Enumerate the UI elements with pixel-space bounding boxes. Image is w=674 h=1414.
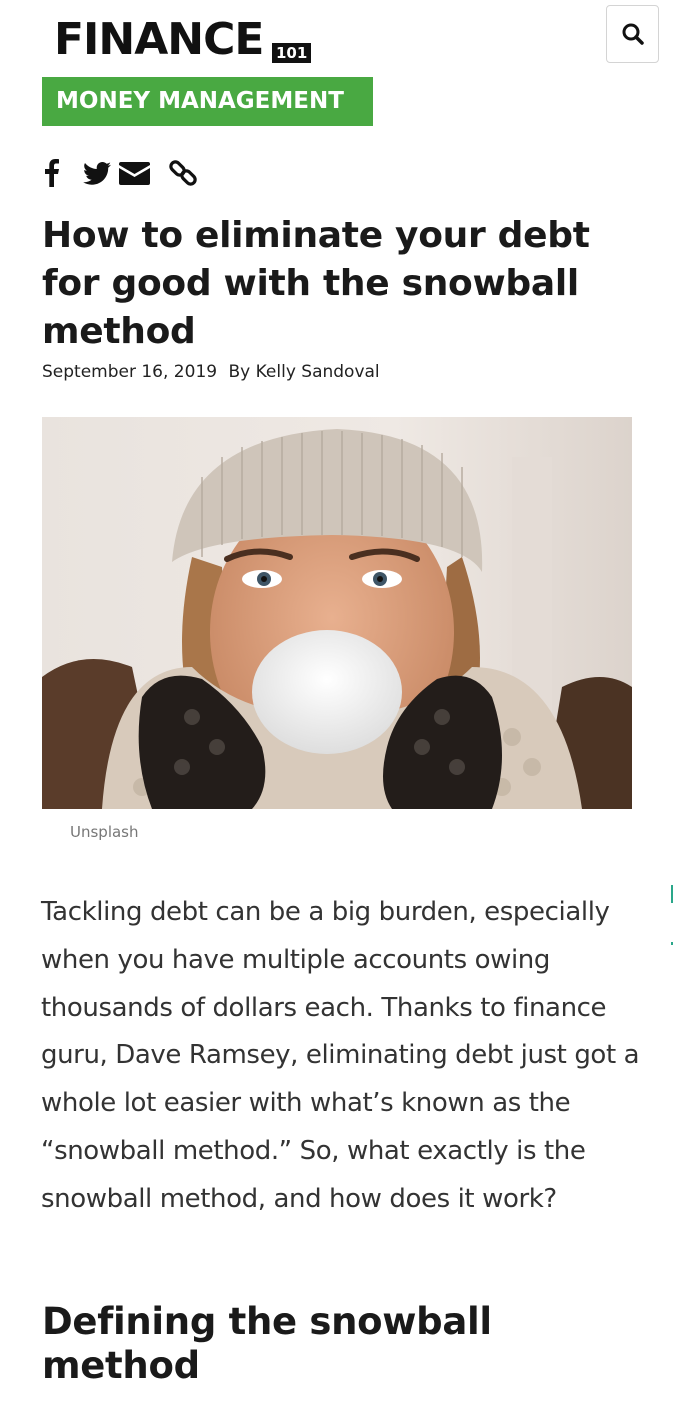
hero-image <box>42 417 632 809</box>
category-label[interactable]: MONEY MANAGEMENT <box>42 77 373 126</box>
logo-text: FINANCE <box>54 14 264 65</box>
edge-marker <box>671 885 673 903</box>
facebook-icon[interactable] <box>42 156 62 190</box>
share-bar <box>42 156 198 190</box>
logo-badge: 101 <box>272 43 312 63</box>
search-button[interactable] <box>606 5 659 63</box>
byline: September 16, 2019 By Kelly Sandoval <box>42 361 386 383</box>
author-name[interactable]: By Kelly Sandoval <box>228 362 379 382</box>
publish-date: September 16, 2019 <box>42 362 218 382</box>
link-icon[interactable] <box>168 156 198 190</box>
finance-101-logo[interactable]: FINANCE 101 <box>54 12 312 68</box>
article-intro-paragraph: Tackling debt can be a big burden, espec… <box>41 897 640 1214</box>
twitter-icon[interactable] <box>82 156 112 190</box>
section-heading: Defining the snowball method <box>42 1300 492 1387</box>
edge-marker <box>671 942 673 945</box>
image-caption: Unsplash <box>70 823 139 841</box>
email-icon[interactable] <box>118 156 150 190</box>
search-icon <box>622 23 644 45</box>
article-title: How to eliminate your debt for good with… <box>42 215 590 352</box>
